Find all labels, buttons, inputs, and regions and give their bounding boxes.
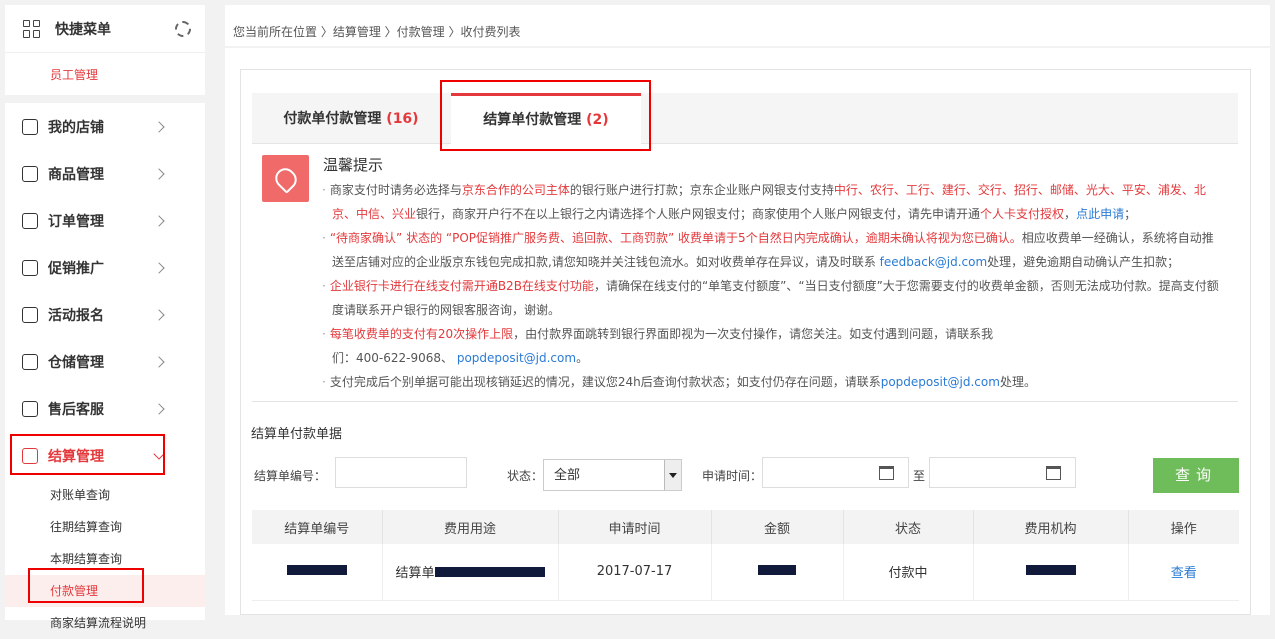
headset-icon bbox=[22, 400, 38, 417]
sidebar-item-my-store[interactable]: 我的店铺 bbox=[5, 103, 205, 150]
view-link[interactable]: 查看 bbox=[1171, 566, 1197, 581]
tip-content: · 商家支付时请务必选择与京东合作的公司主体的银行账户进行打款；京东企业账户网银支… bbox=[322, 183, 1219, 389]
activity-icon bbox=[22, 306, 38, 323]
tab-payment-order[interactable]: 付款单付款管理 (16) bbox=[252, 93, 450, 145]
deposit-email-link[interactable]: popdeposit@jd.com bbox=[457, 351, 576, 365]
redaction-mask bbox=[1025, 565, 1076, 576]
cell-apply-time: 2017-07-17 bbox=[558, 544, 712, 601]
order-no-input[interactable] bbox=[335, 457, 467, 488]
cell-purpose: 结算单 bbox=[382, 544, 559, 601]
tab-bar: 付款单付款管理 (16) 结算单付款管理 (2) bbox=[252, 93, 1238, 145]
sidebar-sub-statement[interactable]: 对账单查询 bbox=[5, 479, 205, 511]
calendar-icon[interactable] bbox=[1046, 466, 1061, 480]
calendar-icon[interactable] bbox=[879, 466, 894, 480]
chevron-right-icon bbox=[153, 120, 165, 133]
store-icon bbox=[22, 118, 38, 135]
col-apply-time: 申请时间 bbox=[558, 510, 712, 544]
sidebar-item-warehouse[interactable]: 仓储管理 bbox=[5, 338, 205, 385]
sidebar-item-products[interactable]: 商品管理 bbox=[5, 150, 205, 197]
cell-order-no bbox=[252, 544, 383, 601]
heart-icon bbox=[262, 155, 309, 202]
query-button[interactable]: 查询 bbox=[1153, 458, 1239, 493]
tip-title: 温馨提示 bbox=[323, 156, 384, 174]
apply-time-label: 申请时间： bbox=[702, 469, 763, 483]
table-header-row: 结算单编号 费用用途 申请时间 金额 状态 费用机构 操作 bbox=[252, 510, 1239, 544]
product-icon bbox=[22, 165, 38, 182]
sidebar-item-after-sales[interactable]: 售后客服 bbox=[5, 385, 205, 432]
quick-menu-header: 快捷菜单 bbox=[5, 5, 205, 53]
chevron-right-icon bbox=[153, 402, 165, 415]
breadcrumb: 您当前所在位置 〉结算管理 〉付款管理 〉收付费列表 bbox=[225, 5, 1270, 46]
cell-institution bbox=[973, 544, 1129, 601]
promotion-icon bbox=[22, 259, 38, 276]
chevron-right-icon bbox=[153, 167, 165, 180]
apply-link[interactable]: 点此申请 bbox=[1076, 207, 1124, 221]
order-no-label: 结算单编号： bbox=[254, 469, 327, 483]
highlight-box-settlement bbox=[10, 434, 165, 475]
status-select[interactable]: 全部 bbox=[543, 459, 682, 491]
redaction-mask bbox=[434, 567, 545, 578]
sidebar-item-orders[interactable]: 订单管理 bbox=[5, 197, 205, 244]
col-status: 状态 bbox=[843, 510, 974, 544]
sidebar: 快捷菜单 员工管理 我的店铺 商品管理 订单管理 促销推广 活动报名 仓储管理 … bbox=[5, 5, 205, 630]
col-order-no: 结算单编号 bbox=[252, 510, 383, 544]
chevron-right-icon bbox=[153, 214, 165, 227]
col-action: 操作 bbox=[1128, 510, 1239, 544]
sidebar-sub-process[interactable]: 商家结算流程说明 bbox=[5, 607, 205, 639]
sidebar-sub-past-settlement[interactable]: 往期结算查询 bbox=[5, 511, 205, 543]
sidebar-item-activity[interactable]: 活动报名 bbox=[5, 291, 205, 338]
cell-status: 付款中 bbox=[843, 544, 974, 601]
chevron-right-icon bbox=[153, 355, 165, 368]
highlight-box-tab bbox=[440, 80, 651, 151]
redaction-mask bbox=[758, 565, 796, 576]
settlement-table: 结算单编号 费用用途 申请时间 金额 状态 费用机构 操作 结算单 2017-0… bbox=[252, 510, 1239, 601]
highlight-box-payment bbox=[28, 568, 144, 603]
start-date-input[interactable] bbox=[762, 457, 909, 488]
table-row: 结算单 2017-07-17 付款中 查看 bbox=[252, 544, 1239, 601]
grid-icon bbox=[23, 19, 41, 38]
col-amount: 金额 bbox=[711, 510, 844, 544]
section-title: 结算单付款单据 bbox=[251, 427, 343, 442]
cell-amount bbox=[711, 544, 844, 601]
quick-link-staff[interactable]: 员工管理 bbox=[5, 53, 205, 103]
chevron-right-icon bbox=[153, 308, 165, 321]
divider bbox=[252, 401, 1238, 402]
end-date-input[interactable] bbox=[929, 457, 1076, 488]
sidebar-item-promotion[interactable]: 促销推广 bbox=[5, 244, 205, 291]
dropdown-arrow-icon bbox=[664, 460, 681, 490]
warehouse-icon bbox=[22, 353, 38, 370]
order-icon bbox=[22, 212, 38, 229]
quick-menu-title: 快捷菜单 bbox=[55, 21, 111, 38]
col-purpose: 费用用途 bbox=[382, 510, 559, 544]
deposit-email-link-2[interactable]: popdeposit@jd.com bbox=[881, 375, 1000, 389]
chevron-right-icon bbox=[153, 261, 165, 274]
gear-icon[interactable] bbox=[175, 20, 191, 37]
feedback-email-link[interactable]: feedback@jd.com bbox=[880, 255, 988, 269]
redaction-mask bbox=[286, 565, 347, 576]
status-label: 状态： bbox=[507, 469, 544, 483]
to-label: 至 bbox=[913, 469, 926, 483]
cell-action: 查看 bbox=[1128, 544, 1239, 601]
col-institution: 费用机构 bbox=[973, 510, 1129, 544]
tab-count: (16) bbox=[386, 111, 419, 127]
